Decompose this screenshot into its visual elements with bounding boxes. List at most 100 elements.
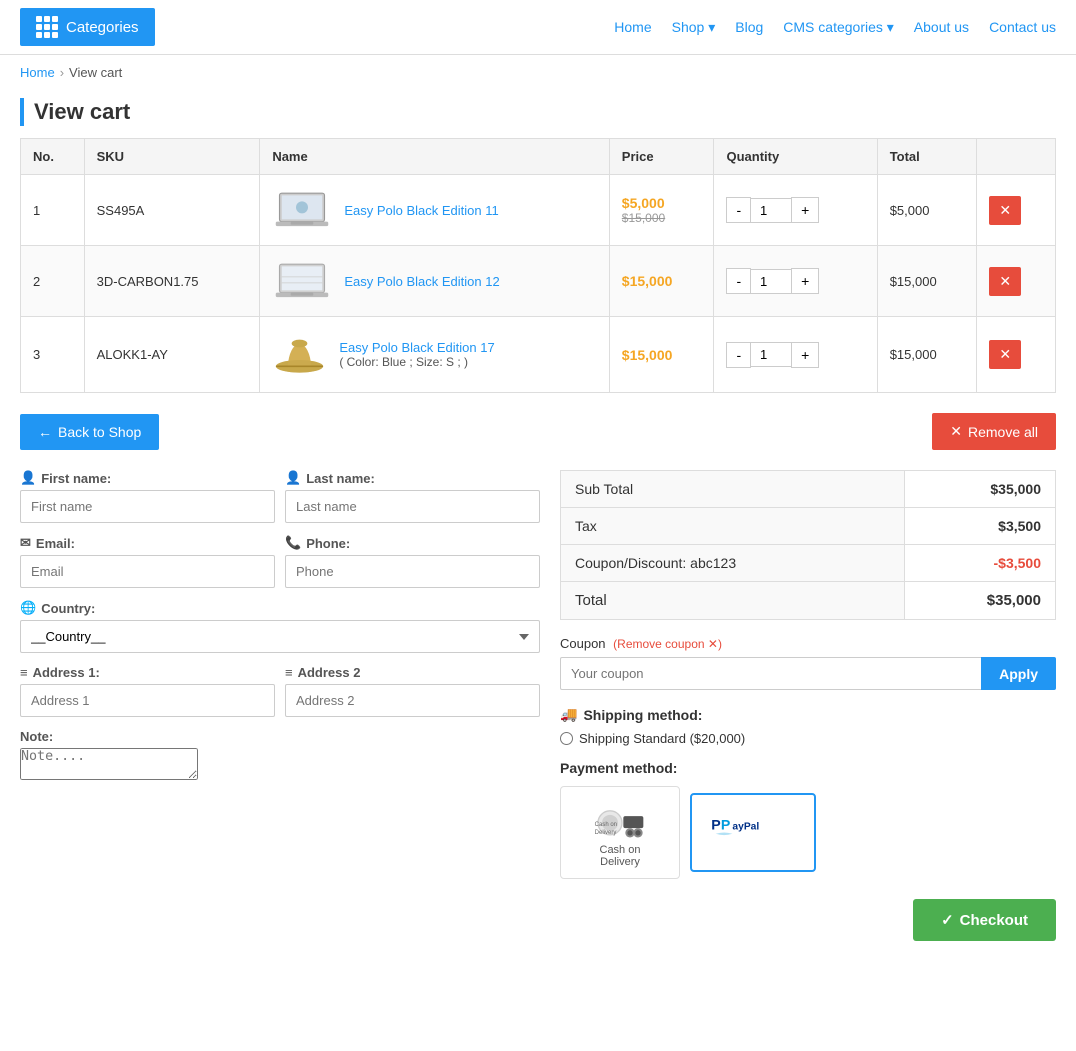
- cod-payment-option[interactable]: Cash on Delivery Cash on Delivery: [560, 786, 680, 879]
- row1-no: 1: [21, 175, 85, 246]
- subtotal-label: Sub Total: [561, 471, 905, 508]
- country-select[interactable]: __Country__: [20, 620, 540, 653]
- shipping-radio[interactable]: [560, 732, 573, 745]
- shipping-option[interactable]: Shipping Standard ($20,000): [560, 731, 1056, 746]
- row3-product-sub: ( Color: Blue ; Size: S ; ): [339, 355, 494, 369]
- back-to-shop-button[interactable]: ← Back to Shop: [20, 414, 159, 450]
- row2-product-link[interactable]: Easy Polo Black Edition 12: [344, 274, 499, 289]
- row3-product-info: Easy Polo Black Edition 17 ( Color: Blue…: [339, 340, 494, 369]
- row3-qty-decrease[interactable]: -: [726, 342, 751, 368]
- paypal-payment-option[interactable]: P P ayPal: [690, 793, 816, 872]
- row2-remove: ✕: [977, 246, 1056, 317]
- address1-input[interactable]: [20, 684, 275, 717]
- cart-bottom: 👤 First name: 👤 Last name: ✉: [20, 470, 1056, 941]
- row2-price: $15,000: [609, 246, 714, 317]
- row1-qty: - +: [714, 175, 877, 246]
- col-total: Total: [877, 139, 977, 175]
- email-input[interactable]: [20, 555, 275, 588]
- address1-label: ≡ Address 1:: [20, 665, 275, 680]
- checkout-button[interactable]: ✓ Checkout: [913, 899, 1056, 941]
- row1-name: Easy Polo Black Edition 11: [260, 175, 609, 246]
- svg-text:Cash on: Cash on: [595, 822, 617, 828]
- first-name-label: 👤 First name:: [20, 470, 275, 486]
- col-name: Name: [260, 139, 609, 175]
- nav-about[interactable]: About us: [914, 19, 969, 35]
- col-qty: Quantity: [714, 139, 877, 175]
- grid-icon: [36, 16, 58, 38]
- row1-qty-decrease[interactable]: -: [726, 197, 751, 223]
- phone-label: 📞 Phone:: [285, 535, 540, 551]
- note-textarea[interactable]: [20, 748, 198, 780]
- row3-qty-increase[interactable]: +: [791, 342, 819, 368]
- row3-remove: ✕: [977, 317, 1056, 393]
- address2-input[interactable]: [285, 684, 540, 717]
- nav-home[interactable]: Home: [614, 19, 651, 35]
- list-icon: ≡: [20, 665, 28, 680]
- row1-qty-input[interactable]: [751, 198, 791, 223]
- categories-button[interactable]: Categories: [20, 8, 155, 46]
- title-bar-accent: [20, 98, 24, 126]
- breadcrumb: Home › View cart: [0, 55, 1076, 90]
- row3-qty-input[interactable]: [751, 342, 791, 367]
- coupon-input[interactable]: [560, 657, 981, 690]
- coupon-value: -$3,500: [905, 545, 1056, 582]
- row1-total: $5,000: [877, 175, 977, 246]
- address1-group: ≡ Address 1:: [20, 665, 275, 717]
- apply-coupon-button[interactable]: Apply: [981, 657, 1056, 690]
- row2-sku: 3D-CARBON1.75: [84, 246, 260, 317]
- row2-total: $15,000: [877, 246, 977, 317]
- breadcrumb-separator: ›: [60, 65, 64, 80]
- chevron-down-icon: ▾: [887, 19, 894, 35]
- breadcrumb-current: View cart: [69, 65, 122, 80]
- row1-product-link[interactable]: Easy Polo Black Edition 11: [344, 203, 498, 218]
- row2-qty-decrease[interactable]: -: [726, 268, 751, 294]
- payment-section: Payment method:: [560, 760, 1056, 879]
- table-row: 2 3D-CARBON1.75 Easy Polo Black Edition …: [21, 246, 1056, 317]
- row2-qty-input[interactable]: [751, 269, 791, 294]
- phone-group: 📞 Phone:: [285, 535, 540, 588]
- nav-blog[interactable]: Blog: [735, 19, 763, 35]
- remove-icon: ✕: [950, 423, 962, 440]
- cart-actions: ← Back to Shop ✕ Remove all: [20, 413, 1056, 450]
- discount-row: Coupon/Discount: abc123 -$3,500: [561, 545, 1056, 582]
- remove-coupon-link[interactable]: (Remove coupon ✕): [613, 637, 722, 651]
- checkmark-icon: ✓: [941, 911, 954, 929]
- summary-table: Sub Total $35,000 Tax $3,500 Coupon/Disc…: [560, 470, 1056, 620]
- product-image-2: [272, 256, 332, 306]
- row3-product-link[interactable]: Easy Polo Black Edition 17: [339, 340, 494, 355]
- last-name-input[interactable]: [285, 490, 540, 523]
- categories-label: Categories: [66, 19, 139, 36]
- nav-shop[interactable]: Shop ▾: [672, 19, 716, 36]
- checkout-form: 👤 First name: 👤 Last name: ✉: [20, 470, 540, 783]
- nav-contact[interactable]: Contact us: [989, 19, 1056, 35]
- cod-icon: Cash on Delivery Cash on Delivery: [590, 797, 650, 868]
- country-group: 🌐 Country: __Country__: [20, 600, 540, 653]
- header: Categories Home Shop ▾ Blog CMS categori…: [0, 0, 1076, 55]
- row1-remove-button[interactable]: ✕: [989, 196, 1021, 225]
- nav-cms[interactable]: CMS categories ▾: [783, 19, 894, 36]
- row1-qty-increase[interactable]: +: [791, 197, 819, 223]
- remove-all-button[interactable]: ✕ Remove all: [932, 413, 1056, 450]
- row2-remove-button[interactable]: ✕: [989, 267, 1021, 296]
- first-name-input[interactable]: [20, 490, 275, 523]
- shipping-title: 🚚 Shipping method:: [560, 706, 1056, 723]
- row3-remove-button[interactable]: ✕: [989, 340, 1021, 369]
- globe-icon: 🌐: [20, 600, 36, 616]
- subtotal-value: $35,000: [905, 471, 1056, 508]
- first-name-group: 👤 First name:: [20, 470, 275, 523]
- tax-label: Tax: [561, 508, 905, 545]
- product-image-1: [272, 185, 332, 235]
- chevron-down-icon: ▾: [708, 19, 715, 35]
- breadcrumb-home[interactable]: Home: [20, 65, 55, 80]
- total-label: Total: [561, 582, 905, 620]
- last-name-group: 👤 Last name:: [285, 470, 540, 523]
- cart-table: No. SKU Name Price Quantity Total 1 SS49…: [20, 138, 1056, 393]
- address2-group: ≡ Address 2: [285, 665, 540, 717]
- svg-text:Delivery: Delivery: [595, 830, 617, 836]
- email-group: ✉ Email:: [20, 535, 275, 588]
- row1-remove: ✕: [977, 175, 1056, 246]
- phone-input[interactable]: [285, 555, 540, 588]
- col-sku: SKU: [84, 139, 260, 175]
- payment-title: Payment method:: [560, 760, 1056, 776]
- row2-qty-increase[interactable]: +: [791, 268, 819, 294]
